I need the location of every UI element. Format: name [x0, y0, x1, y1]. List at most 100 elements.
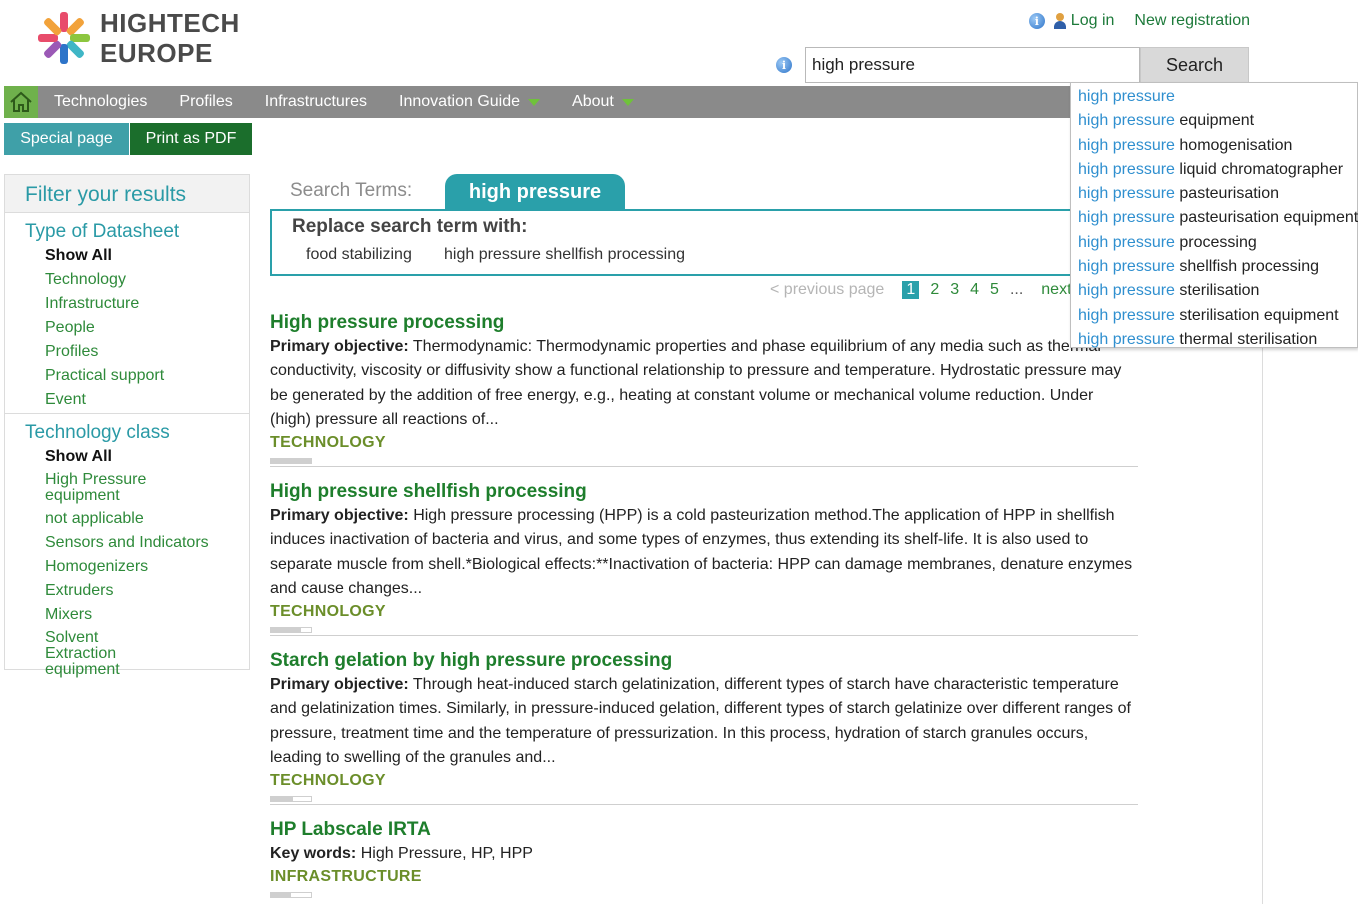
filter-group-technology-class: Technology class Show All High Pressure … [5, 413, 249, 686]
filter-item[interactable]: Solvent Extraction equipment [5, 630, 155, 678]
result-title[interactable]: High pressure shellfish processing [270, 480, 1138, 504]
filter-item[interactable]: High Pressure equipment [5, 472, 155, 504]
suggestion-rest: homogenisation [1174, 136, 1293, 154]
suggestion-match: high pressure [1078, 233, 1175, 251]
filter-sidebar: Filter your results Type of Datasheet Sh… [4, 174, 250, 678]
suggestion-item[interactable]: high pressure pasteurisation [1071, 182, 1357, 206]
filter-item[interactable]: People [5, 319, 249, 337]
suggestion-rest: processing [1174, 233, 1257, 251]
result-item: High pressure shellfish processing Prima… [270, 480, 1138, 634]
home-icon [10, 91, 32, 112]
filter-item[interactable]: Event [5, 391, 249, 409]
result-title[interactable]: Starch gelation by high pressure process… [270, 649, 1138, 673]
filter-item[interactable]: Sensors and Indicators [5, 534, 249, 552]
filter-show-all[interactable]: Show All [5, 448, 249, 466]
result-item: High pressure processing Primary objecti… [270, 311, 1138, 465]
login-link[interactable]: Log in [1053, 12, 1115, 30]
help-info-icon[interactable]: i [1028, 13, 1045, 29]
nav-technologies[interactable]: Technologies [38, 93, 163, 111]
suggestion-item[interactable]: high pressure shellfish processing [1071, 255, 1357, 279]
filter-item[interactable]: Practical support [5, 367, 249, 385]
result-description: Primary objective: Through heat-induced … [270, 673, 1138, 770]
login-label: Log in [1070, 12, 1115, 29]
suggestion-match: high pressure [1078, 136, 1175, 154]
page-ellipsis: ... [1009, 281, 1024, 298]
filter-item[interactable]: Homogenizers [5, 558, 249, 576]
nav-technologies-label: Technologies [54, 93, 148, 110]
result-rating-fill [271, 628, 301, 633]
filter-item[interactable]: Profiles [5, 343, 249, 361]
suggestion-item[interactable]: high pressure thermal sterilisation [1071, 328, 1357, 352]
page-link[interactable]: 4 [970, 281, 979, 299]
suggestion-item[interactable]: high pressure homogenisation [1071, 134, 1357, 158]
suggestion-item[interactable]: high pressure liquid chromatographer [1071, 158, 1357, 182]
result-divider [270, 635, 1138, 636]
page-link[interactable]: 3 [950, 281, 959, 299]
suggestion-match: high pressure [1078, 306, 1175, 324]
dropdown-arrow-icon [621, 98, 634, 106]
site-logo[interactable]: HIGHTECH EUROPE [34, 6, 239, 70]
main-nav: Technologies Profiles Infrastructures In… [4, 86, 1250, 118]
suggestion-item[interactable]: high pressure pasteurisation equipment [1071, 206, 1358, 230]
search-help-icon[interactable]: i [776, 57, 792, 73]
result-title[interactable]: HP Labscale IRTA [270, 818, 1138, 842]
logo-wordmark: HIGHTECH EUROPE [100, 8, 240, 68]
result-rating-bar [270, 892, 312, 899]
replace-option[interactable]: food stabilizing [306, 246, 412, 264]
previous-page-link[interactable]: < previous page [770, 281, 884, 299]
result-divider [270, 804, 1138, 805]
next-page-link[interactable]: next [1041, 281, 1071, 299]
suggestion-item[interactable]: high pressure [1071, 85, 1357, 109]
suggestion-rest: liquid chromatographer [1174, 160, 1344, 178]
filter-item[interactable]: Technology [5, 271, 249, 289]
search-button[interactable]: Search [1140, 47, 1249, 83]
result-title[interactable]: High pressure processing [270, 311, 1138, 335]
suggestion-match: high pressure [1078, 160, 1175, 178]
account-links: i Log in New registration [1028, 12, 1250, 30]
filter-item[interactable]: Infrastructure [5, 295, 249, 313]
result-item: Starch gelation by high pressure process… [270, 649, 1138, 803]
filter-item[interactable]: Extruders [5, 582, 249, 600]
logo-mark-icon [38, 12, 90, 64]
result-description: Primary objective: High pressure process… [270, 504, 1138, 601]
filter-show-all[interactable]: Show All [5, 247, 249, 265]
nav-profiles-label: Profiles [179, 93, 233, 110]
special-page-button[interactable]: Special page [4, 123, 129, 155]
nav-innovation-guide[interactable]: Innovation Guide [383, 93, 556, 111]
page-link-current[interactable]: 1 [902, 281, 920, 299]
search-autocomplete: high pressure high pressure equipment hi… [1070, 82, 1358, 348]
print-pdf-button[interactable]: Print as PDF [130, 123, 252, 155]
suggestion-item[interactable]: high pressure sterilisation equipment [1071, 304, 1357, 328]
result-rating-fill [271, 893, 291, 898]
result-divider [270, 466, 1138, 467]
filter-item[interactable]: Mixers [5, 606, 249, 624]
result-rating-bar [270, 796, 312, 803]
new-registration-link[interactable]: New registration [1134, 12, 1250, 30]
replace-option[interactable]: high pressure shellfish processing [444, 246, 685, 264]
suggestion-item[interactable]: high pressure equipment [1071, 109, 1357, 133]
page-link[interactable]: 2 [930, 281, 939, 299]
result-description: Primary objective: Thermodynamic: Thermo… [270, 335, 1138, 432]
suggestion-item[interactable]: high pressure sterilisation [1071, 279, 1357, 303]
logo-line-2: EUROPE [100, 38, 213, 68]
page-link[interactable]: 5 [990, 281, 999, 299]
nav-about-label: About [572, 93, 614, 110]
suggestion-item[interactable]: high pressure processing [1071, 231, 1357, 255]
result-text: High Pressure, HP, HPP [360, 845, 533, 862]
result-rating-fill [271, 459, 311, 464]
filter-item[interactable]: not applicable [5, 510, 249, 528]
result-type: TECHNOLOGY [270, 603, 386, 621]
result-rating-fill [271, 797, 293, 802]
suggestion-rest: equipment [1174, 112, 1255, 130]
result-item: HP Labscale IRTA Key words: High Pressur… [270, 818, 1138, 899]
filter-group-title: Type of Datasheet [25, 221, 180, 242]
nav-about[interactable]: About [556, 93, 650, 111]
home-button[interactable] [4, 86, 38, 118]
search-input[interactable] [805, 47, 1140, 83]
suggestion-rest: sterilisation equipment [1174, 306, 1339, 324]
nav-infrastructures[interactable]: Infrastructures [249, 93, 383, 111]
suggestion-rest: pasteurisation [1174, 185, 1280, 203]
result-type: TECHNOLOGY [270, 434, 386, 452]
nav-innovation-guide-label: Innovation Guide [399, 93, 521, 110]
nav-profiles[interactable]: Profiles [163, 93, 248, 111]
